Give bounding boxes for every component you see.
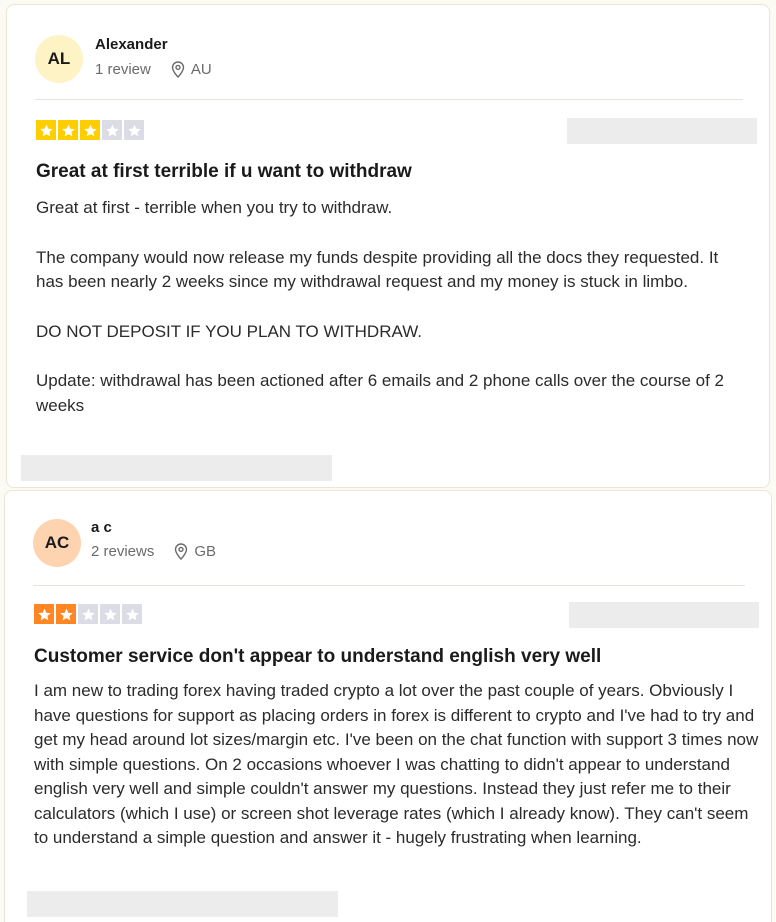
review-count: 1 review bbox=[95, 61, 151, 78]
review-date-placeholder bbox=[567, 118, 757, 144]
review-title[interactable]: Great at first terrible if u want to wit… bbox=[36, 161, 412, 183]
star-empty-icon bbox=[78, 604, 98, 624]
reviewer-meta: 2 reviews GB bbox=[91, 543, 216, 560]
review-body: I am new to trading forex having traded … bbox=[34, 679, 762, 851]
review-date-placeholder bbox=[569, 602, 759, 628]
star-filled-icon bbox=[80, 120, 100, 140]
star-empty-icon bbox=[122, 604, 142, 624]
reviewer-country: GB bbox=[194, 543, 217, 560]
star-filled-icon bbox=[56, 604, 76, 624]
avatar[interactable]: AL bbox=[35, 35, 83, 83]
review-body: Great at first - terrible when you try t… bbox=[36, 196, 746, 418]
review-paragraph: I am new to trading forex having traded … bbox=[34, 681, 759, 847]
review-paragraph: The company would now release my funds d… bbox=[36, 247, 719, 292]
review-footer-placeholder bbox=[27, 891, 338, 917]
star-filled-icon bbox=[36, 120, 56, 140]
location-pin-icon bbox=[175, 543, 188, 560]
divider bbox=[33, 585, 745, 586]
review-footer-placeholder bbox=[21, 455, 332, 481]
review-card: AL Alexander 1 review AU Great at first … bbox=[6, 4, 770, 488]
star-empty-icon bbox=[100, 604, 120, 624]
review-paragraph: Great at first - terrible when you try t… bbox=[36, 198, 393, 217]
review-paragraph: Update: withdrawal has been actioned aft… bbox=[36, 371, 724, 415]
star-filled-icon bbox=[34, 604, 54, 624]
review-title[interactable]: Customer service don't appear to underst… bbox=[34, 646, 601, 668]
star-rating bbox=[34, 604, 142, 624]
divider bbox=[35, 99, 743, 100]
review-count: 2 reviews bbox=[91, 543, 155, 560]
reviewer-name[interactable]: a c bbox=[91, 519, 112, 536]
review-paragraph: DO NOT DEPOSIT IF YOU PLAN TO WITHDRAW. bbox=[36, 321, 423, 341]
star-filled-icon bbox=[58, 120, 78, 140]
location-pin-icon bbox=[171, 61, 185, 78]
star-empty-icon bbox=[102, 120, 122, 140]
reviewer-country: AU bbox=[190, 61, 212, 78]
avatar[interactable]: AC bbox=[33, 519, 81, 567]
star-empty-icon bbox=[124, 120, 144, 140]
reviewer-meta: 1 review AU bbox=[95, 61, 212, 78]
review-card: AC a c 2 reviews GB Customer service don… bbox=[4, 490, 772, 922]
star-rating bbox=[36, 120, 144, 140]
reviewer-name[interactable]: Alexander bbox=[95, 36, 168, 53]
